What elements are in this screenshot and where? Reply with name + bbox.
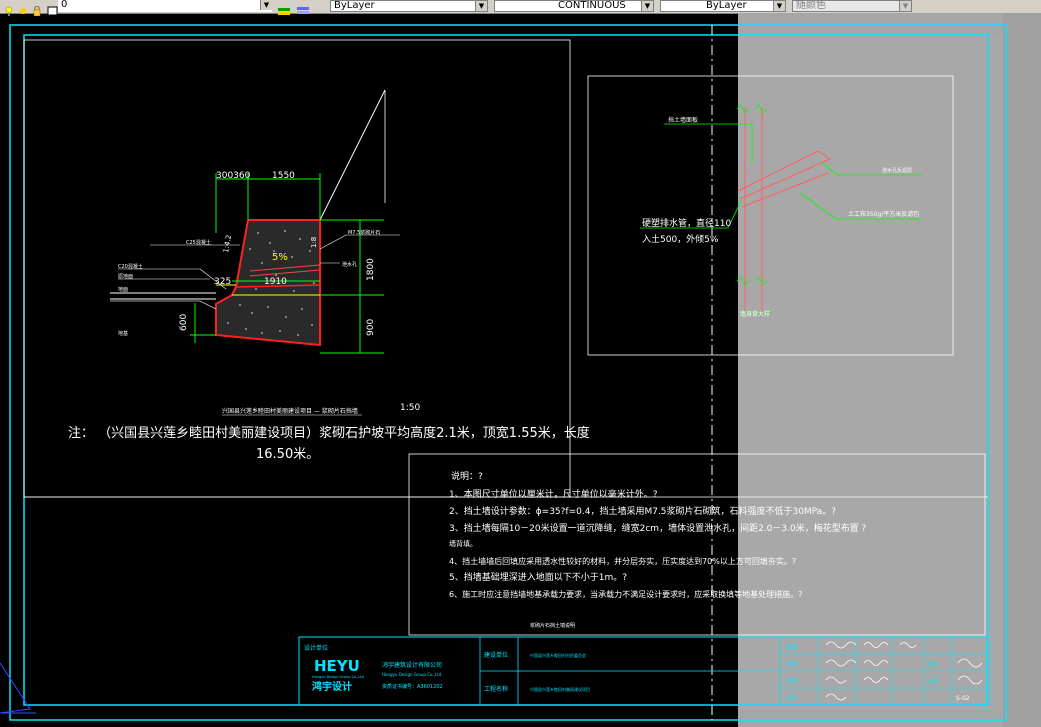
role-label-0: 审定 <box>786 643 798 651</box>
lineweight-dropdown[interactable]: ByLayer ▼ <box>660 0 786 12</box>
dim-height-upper: 1800 <box>366 258 376 281</box>
layer-previous-icon[interactable] <box>296 1 309 14</box>
spec-item-4: 4、挡土墙墙后回填应采用透水性较好的材料，并分层夯实，压实度达到70%以上方可回… <box>449 556 796 566</box>
section-title: 兴国县兴莲乡睦田村美丽建设项目 — 浆砌片石挡墙 <box>222 407 358 415</box>
dim-footing-depth: 600 <box>179 314 189 331</box>
drawing-canvas[interactable]: 300360 1550 1:4.2 1:8 1800 900 1910 325 … <box>0 13 1041 727</box>
detail-label-right-1: 泄水孔反滤层 <box>882 167 912 174</box>
chevron-down-icon[interactable]: ▼ <box>899 1 911 11</box>
logo-cn: 鸿宇设计 <box>312 680 352 693</box>
label-left-3: 原地面 <box>118 273 133 280</box>
specs-footer: 浆砌片石挡土墙说明 <box>530 622 575 629</box>
chevron-down-icon[interactable]: ▼ <box>641 1 653 11</box>
dim-base-width: 1910 <box>264 277 287 287</box>
construction-unit-value: 兴国县兴莲乡睦田村村民委员会 <box>530 652 586 658</box>
drawing-number: S-02 <box>956 695 970 702</box>
project-name-label: 工程名称 <box>484 685 508 693</box>
plotstyle-value: 随颜色 <box>796 0 826 11</box>
spec-item-3: 3、挡土墙每隔10－20米设置一道沉降缝，缝宽2cm，墙体设置泄水孔，间距2.0… <box>449 522 867 534</box>
company-en: Hongyu Design Group Co.,Ltd <box>382 672 442 677</box>
lightbulb-icon[interactable] <box>3 1 15 16</box>
linetype-value: CONTINUOUS <box>558 0 626 11</box>
logo-sub: Hongyu Design Group Co.,Ltd <box>312 675 364 679</box>
sun-icon[interactable] <box>17 1 29 14</box>
detail-label-left-2: 入土500，外倾5% <box>642 233 719 245</box>
note-line-2: 16.50米。 <box>256 447 319 462</box>
label-ground: 地面 <box>118 286 128 293</box>
dim-top-small: 300360 <box>216 171 251 181</box>
company-cn: 鸿宇建筑设计有限公司 <box>382 661 442 669</box>
label-left-4: 地基 <box>118 330 128 337</box>
color-value: ByLayer <box>334 0 375 11</box>
spec-item-3-cont: 墙背填。 <box>449 539 477 548</box>
layer-value: 0 <box>61 0 68 10</box>
drawing-svg: 300360 1550 1:4.2 1:8 1800 900 1910 325 … <box>0 13 1041 727</box>
chevron-down-icon[interactable]: ▼ <box>773 1 785 11</box>
chevron-down-icon[interactable]: ▼ <box>475 1 487 11</box>
label-left-1: C20混凝土 <box>118 263 143 270</box>
color-dropdown[interactable]: ByLayer ▼ <box>330 0 488 12</box>
detail-label-bottom: 墙身背大样 <box>740 310 770 318</box>
section-scale: 1:50 <box>400 403 420 413</box>
spec-item-1: 1、本图尺寸单位以厘米计，尺寸单位以毫米计外。? <box>449 488 658 500</box>
lock-icon[interactable] <box>31 1 43 17</box>
layer-dropdown[interactable]: 0 ▼ <box>58 0 272 12</box>
sheet-label: 图号 <box>928 662 938 668</box>
dim-slope-right: 1:8 <box>310 237 318 248</box>
linetype-dropdown[interactable]: CONTINUOUS ▼ <box>494 0 654 12</box>
dim-slope-left: 1:4.2 <box>222 234 233 253</box>
logo-text: HEYU <box>314 657 360 675</box>
plotstyle-dropdown[interactable]: 随颜色 ▼ <box>792 0 912 12</box>
label-right-top: M7.5浆砌片石 <box>348 229 380 236</box>
role-label-2: 校核 <box>786 677 798 685</box>
specs-title: 说明：? <box>451 470 483 482</box>
spec-item-6: 6、施工时应注意挡墙地基承载力要求，当承载力不满足设计要求时，应采取换填等地基处… <box>449 589 802 599</box>
spec-item-2: 2、挡土墙设计参数：ϕ=35?f=0.4，挡土墙采用M7.5浆砌片石砌筑，石料强… <box>449 505 836 517</box>
note-line-1: 注： （兴国县兴莲乡睦田村美丽建设项目）浆砌石护坡平均高度2.1米，顶宽1.55… <box>68 425 590 441</box>
detail-label-left-1: 硬塑排水管，直径110 <box>642 217 731 229</box>
make-current-layer-icon[interactable] <box>277 1 290 15</box>
dim-height-lower: 900 <box>366 319 376 336</box>
spec-item-5: 5、挡墙基础埋深进入地面以下不小于1m。? <box>449 571 627 583</box>
properties-toolbar: 0 ▼ ByLayer ▼ CONTINUOUS ▼ ByLayer ▼ 随颜色… <box>0 0 1041 17</box>
label-right-mid: 泄水孔 <box>342 261 357 268</box>
color-swatch-icon <box>46 1 58 16</box>
dim-top-width: 1550 <box>272 171 295 181</box>
construction-unit-label: 建设单位 <box>484 651 508 659</box>
role-label-3: 设计 <box>786 694 798 702</box>
chevron-down-icon[interactable]: ▼ <box>260 0 272 10</box>
cert-number: 资质证书编号：A3601202 <box>382 683 443 690</box>
scale-label: 比例 <box>928 678 938 685</box>
detail-label-right-2: 土工布350g/平方米反滤包 <box>848 210 919 218</box>
lineweight-value: ByLayer <box>706 0 747 11</box>
label-left-2: C25混凝土 <box>186 239 211 246</box>
dim-gradient: 5% <box>272 252 288 263</box>
project-name-value: 兴国县兴莲乡睦田村美丽建设项目 <box>530 686 590 692</box>
detail-label-top: 挡土墙面板 <box>668 116 698 124</box>
wall-section: 300360 1550 1:4.2 1:8 1800 900 1910 325 … <box>110 89 420 416</box>
design-unit-label: 设计单位 <box>304 644 328 652</box>
role-label-1: 审核 <box>786 660 798 668</box>
